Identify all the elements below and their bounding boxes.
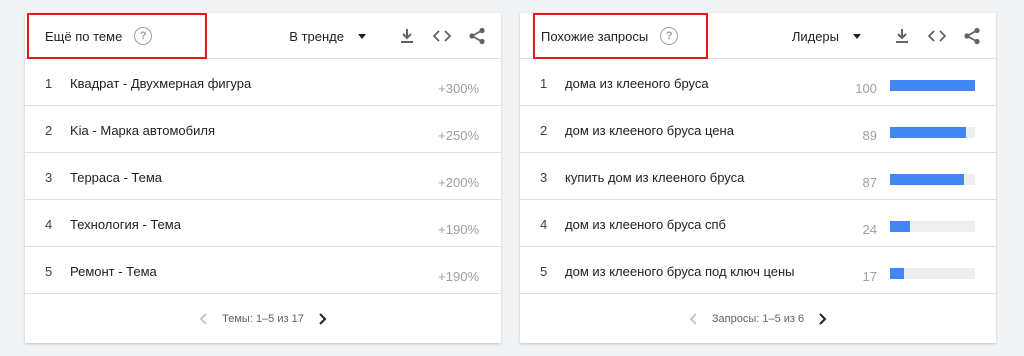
row-value: 17 <box>862 269 877 284</box>
row-label[interactable]: Квадрат - Двухмерная фигура <box>70 76 251 91</box>
row-label[interactable]: Kia - Марка автомобиля <box>70 123 215 138</box>
row-index: 5 <box>45 264 53 279</box>
card-header: Похожие запросы ? Лидеры <box>520 13 996 59</box>
row-label[interactable]: купить дом из клееного бруса <box>565 170 744 185</box>
help-icon[interactable]: ? <box>134 27 153 45</box>
help-icon[interactable]: ? <box>660 27 679 45</box>
row-label[interactable]: Терраса - Тема <box>70 170 162 185</box>
row-label[interactable]: дома из клееного бруса <box>565 76 709 91</box>
chevron-right-icon[interactable] <box>810 307 834 331</box>
row-index: 3 <box>45 170 53 185</box>
list-item[interactable]: 2 Kia - Марка автомобиля +250% <box>25 106 501 153</box>
pagination-label: Темы: 1–5 из 17 <box>222 313 304 325</box>
chevron-left-icon[interactable] <box>192 307 216 331</box>
row-label[interactable]: дом из клееного бруса цена <box>565 123 734 138</box>
embed-code-icon[interactable] <box>925 24 949 48</box>
row-value: 89 <box>862 128 877 143</box>
list-item[interactable]: 5 Ремонт - Тема +190% <box>25 247 501 294</box>
value-bar-fill <box>890 221 911 232</box>
row-label[interactable]: дом из клееного бруса спб <box>565 217 726 232</box>
row-index: 2 <box>540 123 548 138</box>
list-item[interactable]: 3 Терраса - Тема +200% <box>25 153 501 200</box>
related-queries-card: Похожие запросы ? Лидеры 1 дома из клеен… <box>520 13 996 343</box>
caret-down-icon <box>853 33 861 39</box>
header-controls: Лидеры <box>792 13 984 59</box>
row-value: 87 <box>862 175 877 190</box>
row-index: 5 <box>540 264 548 279</box>
header-controls: В тренде <box>289 13 489 59</box>
row-label[interactable]: Технология - Тема <box>70 217 181 232</box>
chevron-right-icon[interactable] <box>310 307 334 331</box>
dropdown-label: Лидеры <box>791 28 839 44</box>
value-bar <box>890 221 975 232</box>
list-item[interactable]: 5 дом из клееного бруса под ключ цены 17 <box>520 247 996 294</box>
share-icon[interactable] <box>465 24 489 48</box>
row-value: 24 <box>862 222 877 237</box>
list-item[interactable]: 4 Технология - Тема +190% <box>25 200 501 247</box>
card-title: Похожие запросы <box>541 28 649 44</box>
row-label[interactable]: дом из клееного бруса под ключ цены <box>565 264 795 279</box>
row-index: 1 <box>45 76 53 91</box>
sort-dropdown[interactable]: Лидеры <box>792 29 861 44</box>
card-header: Ещё по теме ? В тренде <box>25 13 501 59</box>
caret-down-icon <box>358 33 366 39</box>
row-index: 2 <box>45 123 53 138</box>
value-bar-fill <box>890 127 966 138</box>
value-bar <box>890 80 975 91</box>
download-icon[interactable] <box>890 24 914 48</box>
row-index: 4 <box>45 217 53 232</box>
row-change: +190% <box>438 222 479 237</box>
chevron-left-icon[interactable] <box>682 307 706 331</box>
related-topics-card: Ещё по теме ? В тренде 1 Квадрат - Двухм… <box>25 13 501 343</box>
pagination-label: Запросы: 1–5 из 6 <box>711 313 805 325</box>
card-title: Ещё по теме <box>45 28 123 44</box>
value-bar-fill <box>890 268 905 279</box>
list-item[interactable]: 3 купить дом из клееного бруса 87 <box>520 153 996 200</box>
row-change: +300% <box>438 81 479 96</box>
row-index: 3 <box>540 170 548 185</box>
list-item[interactable]: 1 дома из клееного бруса 100 <box>520 59 996 106</box>
download-icon[interactable] <box>395 24 419 48</box>
value-bar <box>890 268 975 279</box>
row-change: +200% <box>438 175 479 190</box>
pagination: Темы: 1–5 из 17 <box>25 295 501 343</box>
list-item[interactable]: 4 дом из клееного бруса спб 24 <box>520 200 996 247</box>
row-index: 4 <box>540 217 548 232</box>
title-highlight: Похожие запросы ? <box>533 13 708 59</box>
value-bar-fill <box>890 174 964 185</box>
row-change: +250% <box>438 128 479 143</box>
value-bar-fill <box>890 80 975 91</box>
list-item[interactable]: 1 Квадрат - Двухмерная фигура +300% <box>25 59 501 106</box>
row-value: 100 <box>855 81 877 96</box>
title-highlight: Ещё по теме ? <box>27 13 207 59</box>
embed-code-icon[interactable] <box>430 24 454 48</box>
list-item[interactable]: 2 дом из клееного бруса цена 89 <box>520 106 996 153</box>
row-change: +190% <box>438 269 479 284</box>
row-index: 1 <box>540 76 548 91</box>
value-bar <box>890 174 975 185</box>
dropdown-label: В тренде <box>289 28 344 44</box>
share-icon[interactable] <box>960 24 984 48</box>
row-label[interactable]: Ремонт - Тема <box>70 264 157 279</box>
sort-dropdown[interactable]: В тренде <box>289 29 366 44</box>
pagination: Запросы: 1–5 из 6 <box>520 295 996 343</box>
value-bar <box>890 127 975 138</box>
